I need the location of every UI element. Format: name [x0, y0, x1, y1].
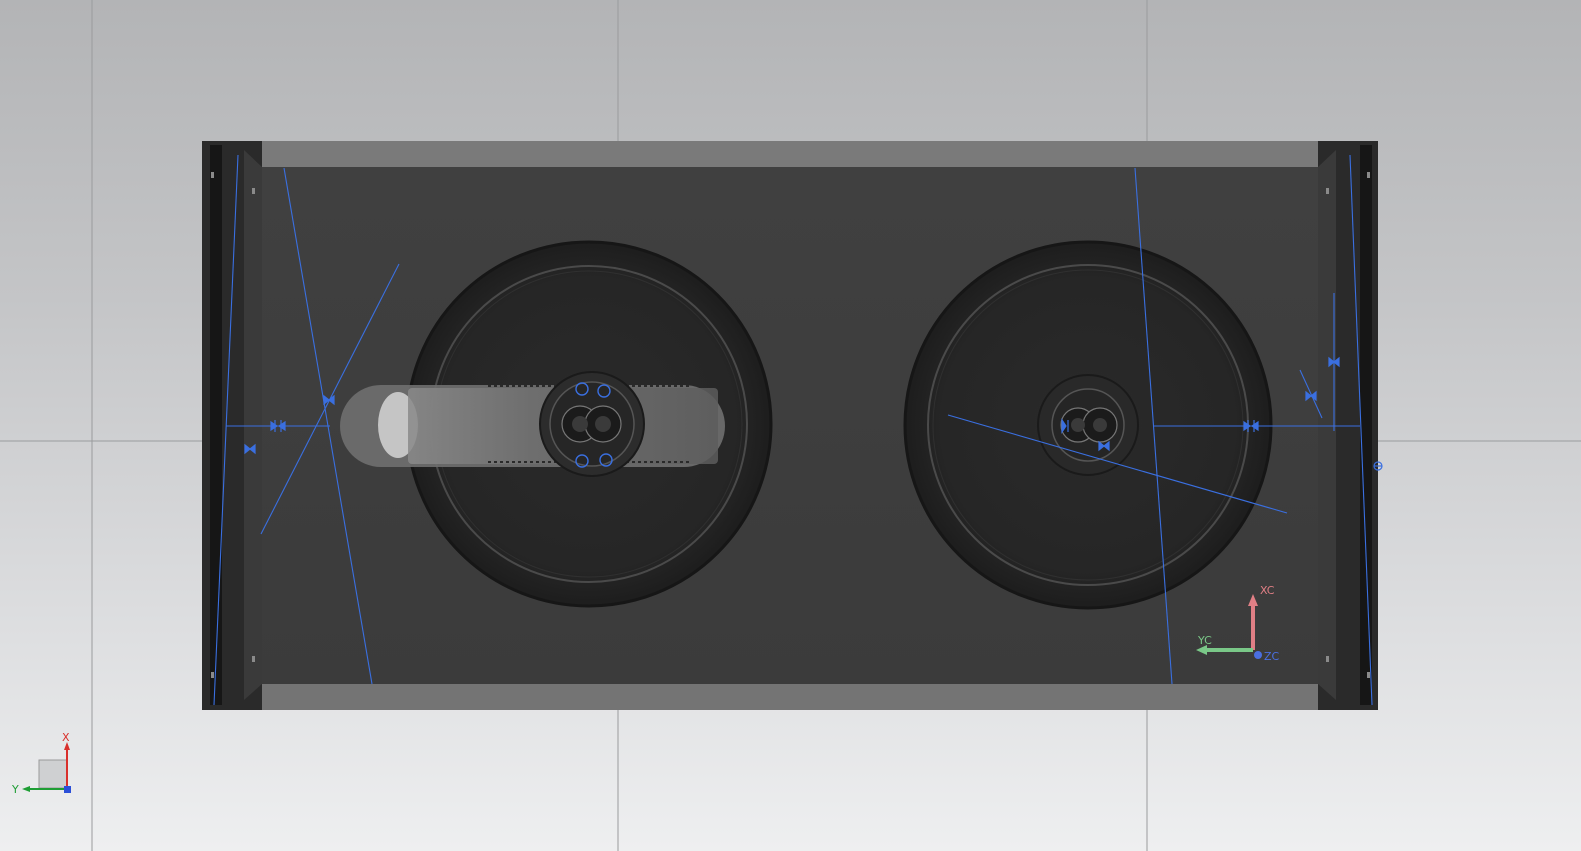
slide-carriage[interactable]: [340, 385, 725, 467]
xc-label: XC: [1260, 584, 1275, 597]
left-hub[interactable]: [539, 371, 645, 477]
zc-label: ZC: [1264, 650, 1280, 663]
x-axis-label: X: [62, 731, 70, 744]
model-view[interactable]: XC YC ZC X Y: [0, 0, 1581, 851]
right-hub[interactable]: [1037, 374, 1139, 476]
view-triad[interactable]: X Y: [11, 731, 71, 796]
y-axis-label: Y: [11, 783, 19, 796]
right-reel[interactable]: [903, 240, 1273, 610]
yc-label: YC: [1197, 634, 1212, 647]
graphics-window[interactable]: XC YC ZC X Y: [0, 0, 1581, 851]
